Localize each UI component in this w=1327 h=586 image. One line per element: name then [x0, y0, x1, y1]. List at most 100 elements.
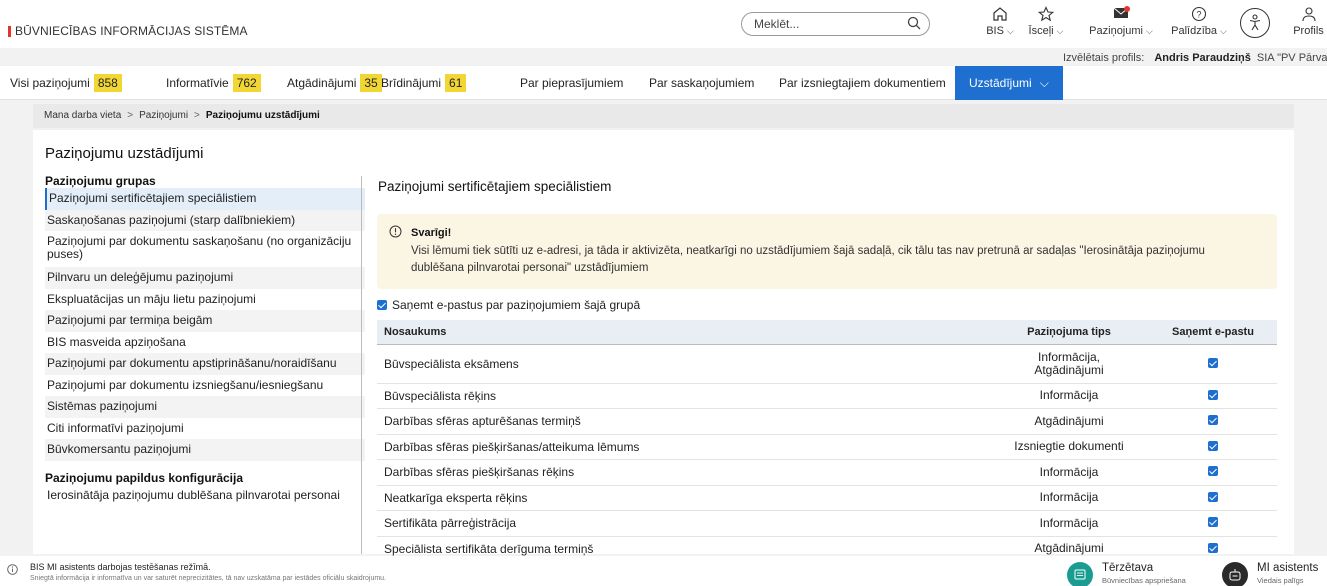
alert-text: Visi lēmumi tiek sūtīti uz e-adresi, ja … [411, 245, 1205, 274]
tab-count: 35 [360, 74, 382, 92]
tab-label: Brīdinājumi [381, 76, 442, 90]
tab-count: 61 [445, 74, 467, 92]
notification-type: Informācija [989, 485, 1149, 511]
group-item[interactable]: Būvkomersantu paziņojumi [45, 439, 365, 461]
table-row: Būvspeciālista rēķins Informācija [377, 383, 1277, 409]
nav-help-label: Palīdzība [1171, 25, 1218, 37]
email-cell [1149, 344, 1277, 384]
notification-name: Sertifikāta pārreģistrācija [377, 510, 989, 537]
search-box [741, 12, 930, 36]
tab-count: 858 [93, 74, 122, 92]
nav-help[interactable]: ? Palīdzība ⌵ [1167, 6, 1231, 37]
group-item[interactable]: BIS masveida apziņošana [45, 332, 365, 354]
section-title: Paziņojumi sertificētajiem speciālistiem [378, 179, 612, 194]
tab-informative[interactable]: Informatīvie 762 [166, 66, 261, 100]
tab-label: Informatīvie [166, 76, 229, 90]
tab-warnings[interactable]: Brīdinājumi 61 [381, 66, 467, 100]
email-cell [1149, 485, 1277, 511]
tab-approvals[interactable]: Par saskaņojumiem [649, 66, 754, 100]
email-group-label: Saņemt e-pastus par paziņojumiem šajā gr… [392, 298, 641, 312]
settings-panel: Paziņojumu uzstādījumi Paziņojumu grupas… [33, 130, 1294, 562]
group-item[interactable]: Paziņojumi sertificētajiem speciālistiem [45, 188, 365, 210]
column-header-email[interactable]: Saņemt e-pastu [1149, 320, 1277, 345]
notification-type: Informācija, Atgādinājumi [989, 344, 1149, 384]
tab-count: 762 [232, 74, 261, 92]
tab-all[interactable]: Visi paziņojumi 858 [10, 66, 122, 100]
nav-notifications-label: Paziņojumi [1089, 25, 1143, 37]
notification-name: Darbības sfēras apturēšanas termiņš [377, 408, 989, 435]
tab-settings[interactable]: Uzstādījumi ⌵ [955, 66, 1063, 100]
selected-profile: Izvēlētais profils: Andris Paraudziņš SIA … [1063, 52, 1327, 64]
group-item[interactable]: Citi informatīvi paziņojumi [45, 418, 365, 440]
group-item[interactable]: Paziņojumi par dokumentu apstiprināšanu/… [45, 353, 365, 375]
chevron-down-icon: ⌵ [1220, 26, 1227, 36]
nav-profile[interactable]: Profils [1290, 6, 1327, 37]
tab-label: Uzstādījumi [969, 76, 1032, 90]
breadcrumb: Mana darba vieta > Paziņojumi > Paziņojumu u… [33, 104, 1294, 128]
column-divider [361, 176, 362, 554]
tab-reminders[interactable]: Atgādinājumi 35 [287, 66, 382, 100]
brand[interactable]: BŪVNIECĪBAS INFORMĀCIJAS SISTĒMA [8, 24, 248, 38]
email-checkbox[interactable] [1208, 491, 1218, 502]
tab-label: Atgādinājumi [287, 76, 357, 90]
accessibility-icon [1247, 14, 1263, 35]
group-item[interactable]: Paziņojumi par termiņa beigām [45, 310, 365, 332]
star-icon [1028, 6, 1064, 24]
email-cell [1149, 459, 1277, 486]
alert-title: Svarīgi! [411, 227, 452, 239]
unread-dot [1124, 6, 1130, 12]
breadcrumb-current: Paziņojumu uzstādījumi [205, 110, 320, 121]
chevron-right-icon: > [194, 110, 200, 121]
nav-bis[interactable]: BIS ⌵ [982, 6, 1018, 37]
email-group-toggle[interactable]: Saņemt e-pastus par paziņojumiem šajā gr… [377, 298, 640, 312]
table-row: Darbības sfēras piešķiršanas rēķins Infor… [377, 459, 1277, 486]
email-checkbox[interactable] [1208, 542, 1218, 553]
tab-issued-documents[interactable]: Par izsniegtajiem dokumentiem [779, 66, 946, 100]
email-checkbox[interactable] [1208, 517, 1218, 528]
info-circle-icon [389, 225, 402, 241]
email-cell [1149, 383, 1277, 409]
email-cell [1149, 408, 1277, 435]
accessibility-button[interactable] [1240, 8, 1270, 38]
email-checkbox[interactable] [1208, 357, 1218, 368]
notification-type: Informācija [989, 459, 1149, 486]
group-list: Paziņojumu grupas Paziņojumi sertificēta… [45, 174, 365, 505]
robot-icon [1222, 562, 1248, 586]
breadcrumb-notifications[interactable]: Paziņojumi [139, 110, 188, 121]
profile-name[interactable]: Andris Paraudziņš [1154, 52, 1251, 64]
group-item[interactable]: Paziņojumi par dokumentu saskaņošanu (no… [45, 231, 365, 267]
chat-icon [1067, 562, 1093, 586]
nav-shortcuts[interactable]: Īsceļi ⌵ [1028, 6, 1064, 37]
brand-mark [8, 25, 11, 37]
column-header-type[interactable]: Paziņojuma tips [989, 320, 1149, 345]
extra-config-item[interactable]: Ierosinātāja paziņojumu dublēšana pilnva… [45, 485, 365, 505]
notification-type: Informācija [989, 383, 1149, 409]
tab-label: Visi paziņojumi [10, 76, 90, 90]
group-item[interactable]: Sistēmas paziņojumi [45, 396, 365, 418]
group-item[interactable]: Pilnvaru un deleģējumu paziņojumi [45, 267, 365, 289]
chevron-down-icon: ⌵ [1006, 26, 1014, 36]
group-item[interactable]: Saskaņošanas paziņojumi (starp dalībniek… [45, 209, 365, 231]
email-checkbox[interactable] [1208, 440, 1218, 451]
tab-requests[interactable]: Par pieprasījumiem [520, 66, 623, 100]
nav-notifications[interactable]: Paziņojumi ⌵ [1086, 6, 1156, 37]
notification-type: Informācija [989, 510, 1149, 537]
notification-type: Izsniegtie dokumenti [989, 434, 1149, 460]
email-checkbox[interactable] [1208, 415, 1218, 426]
notifications-table: Nosaukums Paziņojuma tips Saņemt e-pastu… [377, 320, 1277, 562]
profile-org[interactable]: SIA "PV Pārvalde [1257, 52, 1327, 64]
column-header-name[interactable]: Nosaukums [377, 320, 989, 345]
tab-label: Par pieprasījumiem [520, 76, 624, 90]
email-checkbox[interactable] [1208, 466, 1218, 477]
group-item[interactable]: Paziņojumi par dokumentu izsniegšanu/ies… [45, 375, 365, 397]
table-header-row: Nosaukums Paziņojuma tips Saņemt e-pastu [377, 320, 1277, 345]
breadcrumb-workplace[interactable]: Mana darba vieta [44, 110, 121, 121]
notification-type: Atgādinājumi [989, 408, 1149, 435]
email-group-checkbox[interactable] [377, 300, 387, 310]
search-input[interactable] [754, 17, 904, 31]
group-item[interactable]: Ekspluatācijas un māju lietu paziņojumi [45, 289, 365, 311]
top-header: BŪVNIECĪBAS INFORMĀCIJAS SISTĒMA BIS⌵ Īs… [0, 0, 1327, 48]
search-icon[interactable] [907, 16, 921, 33]
email-checkbox[interactable] [1208, 389, 1218, 400]
nav-shortcuts-label: Īsceļi [1028, 25, 1054, 37]
